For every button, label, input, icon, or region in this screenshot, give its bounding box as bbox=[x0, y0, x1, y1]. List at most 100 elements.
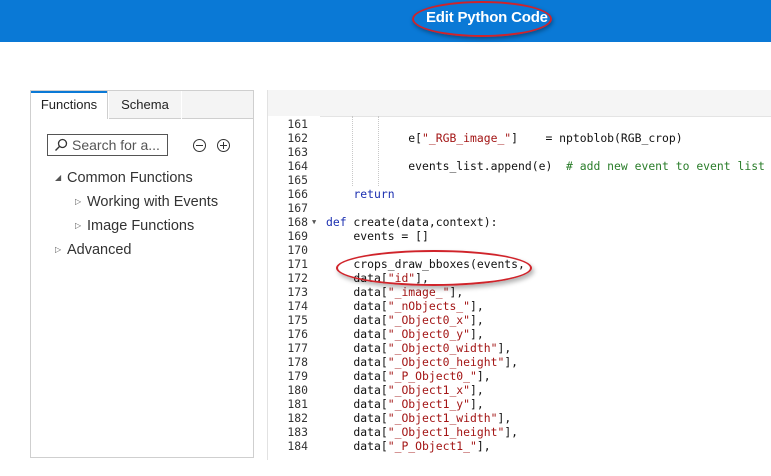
tree-item-label: Image Functions bbox=[87, 218, 195, 234]
code-text: data["_Object1_x"], bbox=[326, 383, 484, 397]
code-text: data["_Object1_y"], bbox=[326, 397, 483, 411]
code-line[interactable]: 168 ▼ def create(data,context): bbox=[268, 215, 771, 229]
code-token: "_Object1_y" bbox=[387, 397, 471, 411]
fold-toggle-icon[interactable]: ▼ bbox=[312, 215, 316, 229]
code-text: data["_Object1_width"], bbox=[326, 411, 511, 425]
code-line[interactable]: 180 data["_Object1_x"], bbox=[268, 383, 771, 397]
code-line[interactable]: 178 data["_Object0_height"], bbox=[268, 355, 771, 369]
code-token: ], bbox=[470, 327, 484, 341]
line-number: 168 bbox=[287, 215, 308, 229]
tab-functions[interactable]: Functions bbox=[31, 91, 108, 119]
code-token: "_image_" bbox=[387, 285, 450, 299]
code-token: def bbox=[326, 215, 347, 229]
code-line[interactable]: 171 crops_draw_bboxes(events, bbox=[268, 257, 771, 271]
code-token: "_Object1_x" bbox=[387, 383, 471, 397]
code-token: # add new event to event list bbox=[566, 159, 765, 173]
code-text: data["_Object0_x"], bbox=[326, 313, 483, 327]
code-text: data["_P_Object0_"], bbox=[326, 369, 491, 383]
tab-functions-label: Functions bbox=[40, 97, 98, 112]
code-token: "_nObjects_" bbox=[387, 299, 471, 313]
tree-item-image-functions[interactable]: ▷ Image Functions bbox=[75, 218, 194, 234]
code-text: crops_draw_bboxes(events, bbox=[326, 257, 525, 271]
code-line[interactable]: 167 bbox=[268, 201, 771, 215]
tab-strip-filler bbox=[182, 91, 253, 119]
code-token: events = [] bbox=[326, 229, 429, 243]
line-number: 172 bbox=[287, 271, 308, 285]
code-token: data[ bbox=[326, 439, 388, 453]
code-token: ], bbox=[497, 341, 512, 355]
tab-schema-label: Schema bbox=[121, 97, 169, 112]
line-number: 169 bbox=[287, 229, 308, 243]
code-line[interactable]: 166 return bbox=[268, 187, 771, 201]
line-number: 167 bbox=[287, 201, 308, 215]
code-token: ], bbox=[497, 411, 512, 425]
code-token: "_RGB_image_" bbox=[422, 131, 512, 145]
code-text: data["_Object1_height"], bbox=[326, 425, 518, 439]
code-line[interactable]: 174 data["_nObjects_"], bbox=[268, 299, 771, 313]
collapse-all-icon[interactable] bbox=[193, 139, 206, 152]
code-text: data["_Object0_y"], bbox=[326, 327, 484, 341]
code-token: ], bbox=[476, 439, 491, 453]
code-token: data[ bbox=[326, 327, 388, 341]
editor-toolbar bbox=[268, 90, 771, 117]
code-line[interactable]: 173 data["_image_"], bbox=[268, 285, 771, 299]
search-input[interactable] bbox=[72, 136, 166, 154]
code-line[interactable]: 181 data["_Object1_y"], bbox=[268, 397, 771, 411]
functions-panel: Functions Schema ◢ Common Functions ▷ Work… bbox=[30, 90, 254, 458]
code-line[interactable]: 162 e["_RGB_image_"] = nptoblob(RGB_crop… bbox=[268, 131, 771, 145]
code-line[interactable]: 176 data["_Object0_y"], bbox=[268, 327, 771, 341]
code-line[interactable]: 164 events_list.append(e) # add new even… bbox=[268, 159, 771, 173]
triangle-right-icon: ▷ bbox=[75, 221, 82, 230]
code-line[interactable]: 179 data["_P_Object0_"], bbox=[268, 369, 771, 383]
tree-item-working-with-events[interactable]: ▷ Working with Events bbox=[75, 194, 218, 210]
code-token: data[ bbox=[326, 411, 388, 425]
code-token: "_Object1_height" bbox=[387, 425, 505, 439]
panel-tabs: Functions Schema bbox=[31, 91, 253, 119]
line-number: 175 bbox=[287, 313, 308, 327]
code-line[interactable]: 165 bbox=[268, 173, 771, 187]
code-token: data[ bbox=[326, 341, 388, 355]
code-line[interactable]: 170 bbox=[268, 243, 771, 257]
code-token: events_list.append(e) bbox=[326, 159, 567, 173]
code-line[interactable]: 172 data["id"], bbox=[268, 271, 771, 285]
search-box[interactable] bbox=[47, 134, 168, 156]
code-line[interactable]: 161 bbox=[268, 117, 771, 131]
code-text: events_list.append(e) # add new event to… bbox=[326, 159, 765, 173]
code-token: data[ bbox=[326, 425, 388, 439]
tree-item-common-functions[interactable]: ◢ Common Functions bbox=[55, 170, 193, 186]
expand-all-icon[interactable] bbox=[217, 139, 230, 152]
code-line[interactable]: 163 bbox=[268, 145, 771, 159]
line-number: 179 bbox=[287, 369, 308, 383]
code-token: ], bbox=[470, 383, 484, 397]
page-title: Edit Python Code bbox=[426, 9, 548, 26]
tab-schema[interactable]: Schema bbox=[109, 91, 181, 119]
code-line[interactable]: 182 data["_Object1_width"], bbox=[268, 411, 771, 425]
code-line[interactable]: 177 data["_Object0_width"], bbox=[268, 341, 771, 355]
line-number: 181 bbox=[287, 397, 308, 411]
code-token: data[ bbox=[326, 383, 388, 397]
code-token: crops_draw_bboxes(events, bbox=[326, 257, 525, 271]
code-line[interactable]: 175 data["_Object0_x"], bbox=[268, 313, 771, 327]
line-number: 180 bbox=[287, 383, 308, 397]
code-text: e["_RGB_image_"] = nptoblob(RGB_crop) bbox=[326, 131, 682, 145]
code-text: data["_nObjects_"], bbox=[326, 299, 484, 313]
code-token: ], bbox=[476, 369, 491, 383]
triangle-right-icon: ▷ bbox=[55, 245, 62, 254]
code-text: def create(data,context): bbox=[326, 215, 497, 229]
code-token: ], bbox=[470, 299, 484, 313]
line-number: 176 bbox=[287, 327, 308, 341]
line-number: 184 bbox=[287, 439, 308, 453]
code-token: data[ bbox=[326, 397, 388, 411]
tree-item-advanced[interactable]: ▷ Advanced bbox=[55, 242, 132, 258]
line-number: 164 bbox=[287, 159, 308, 173]
code-line[interactable]: 169 events = [] bbox=[268, 229, 771, 243]
line-number: 183 bbox=[287, 425, 308, 439]
code-line[interactable]: 184 data["_P_Object1_"], bbox=[268, 439, 771, 453]
line-number: 162 bbox=[287, 131, 308, 145]
code-token: e[ bbox=[326, 131, 423, 145]
code-line[interactable]: 183 data["_Object1_height"], bbox=[268, 425, 771, 439]
code-token: ], bbox=[504, 425, 519, 439]
line-number: 161 bbox=[287, 117, 308, 131]
code-editor[interactable]: 161 162 e["_RGB_image_"] = nptoblob(RGB_c… bbox=[267, 90, 771, 460]
